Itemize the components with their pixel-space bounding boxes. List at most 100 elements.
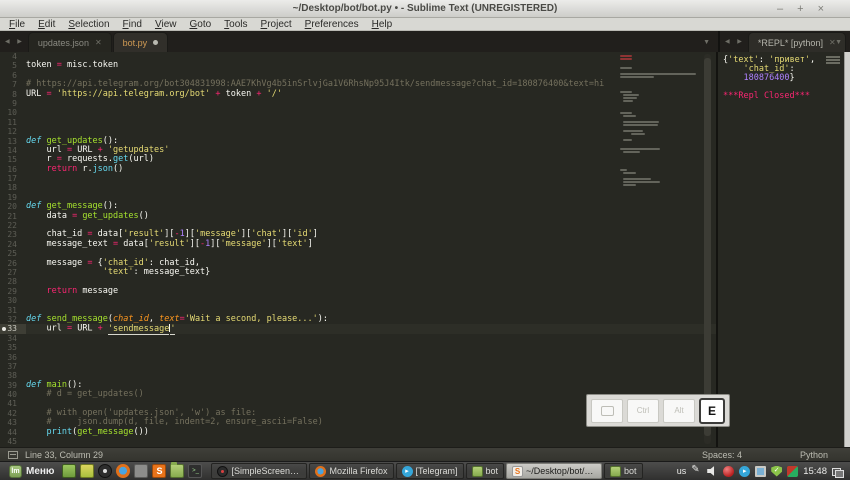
menu-item-file[interactable]: File	[9, 19, 25, 30]
tab-close-icon[interactable]: ✕	[95, 38, 102, 47]
menu-item-preferences[interactable]: Preferences	[305, 19, 359, 30]
line-number: 24	[7, 239, 17, 249]
start-menu-button[interactable]: lm Меню	[4, 463, 59, 480]
menu-item-tools[interactable]: Tools	[224, 19, 247, 30]
maximize-button[interactable]: +	[797, 4, 803, 15]
key-ctrl: Ctrl	[627, 398, 659, 423]
menu-item-project[interactable]: Project	[261, 19, 292, 30]
editor-scrollbar[interactable]	[704, 54, 711, 444]
menu-item-view[interactable]: View	[155, 19, 177, 30]
menu-item-goto[interactable]: Goto	[189, 19, 211, 30]
taskbar-window-mozilla-firefox[interactable]: Mozilla Firefox	[309, 463, 394, 479]
editor-scrollbar-thumb[interactable]	[704, 57, 711, 437]
code-line[interactable]: 5 token = misc.token	[0, 61, 716, 71]
taskbar-window-label: [Telegram]	[415, 466, 458, 476]
tab-overflow-icon[interactable]: ▼	[703, 39, 710, 46]
taskbar: lm Меню S >_ [SimpleScreenR... Mozilla Fir…	[0, 461, 850, 480]
code-line[interactable]: 29 return message	[0, 286, 716, 296]
taskbar-window-label: bot	[624, 466, 637, 476]
taskbar-window-bot[interactable]: bot	[465, 463, 505, 479]
taskbar-window-label: bot	[485, 466, 499, 476]
line-number: 11	[7, 117, 17, 127]
code-line[interactable]: 35	[0, 343, 716, 352]
code-line[interactable]: 38	[0, 371, 716, 380]
minimap-line	[620, 67, 633, 69]
menu-item-selection[interactable]: Selection	[68, 19, 109, 30]
shield-icon[interactable]: ✓	[771, 465, 783, 477]
input-icon[interactable]	[134, 464, 149, 478]
firefox-icon[interactable]	[116, 464, 131, 478]
taskbar-window--simplescreenr-[interactable]: [SimpleScreenR...	[211, 463, 308, 479]
code-line[interactable]: 30	[0, 296, 716, 305]
minimize-button[interactable]: –	[777, 4, 783, 15]
taskbar-window--desktop-bot-b-[interactable]: S ~/Desktop/bot/b...	[506, 463, 603, 479]
telegram-icon: ▸	[401, 465, 413, 477]
line-number: 31	[7, 305, 17, 315]
tab-scroll-arrows-icon[interactable]: ◀ ▶	[0, 38, 28, 52]
code-line[interactable]: 24 message_text = data['result'][-1]['me…	[0, 239, 716, 249]
repl-tab-label: *REPL* [python]	[757, 37, 823, 48]
code-line[interactable]: 33 url = URL + 'sendmessage'	[0, 323, 716, 335]
pen-icon[interactable]	[691, 464, 702, 477]
menu-item-help[interactable]: Help	[372, 19, 393, 30]
update-icon[interactable]	[787, 465, 799, 477]
tab-repl[interactable]: *REPL* [python] ✕	[747, 32, 846, 52]
code-line[interactable]: 44 print(get_message())	[0, 427, 716, 437]
line-number: 44	[7, 427, 17, 437]
code-line[interactable]: 11	[0, 118, 716, 127]
line-number: 8	[12, 89, 17, 99]
sublime-icon[interactable]: S	[152, 464, 167, 478]
status-console-icon[interactable]	[8, 450, 18, 459]
minimap-line	[622, 139, 633, 141]
minimap[interactable]	[620, 55, 700, 190]
line-number: 22	[7, 221, 17, 231]
display-icon[interactable]	[755, 465, 767, 477]
line-number: 10	[7, 108, 17, 118]
syntax-mode[interactable]: Python	[800, 450, 828, 460]
code-line[interactable]: 45	[0, 437, 716, 446]
code-line[interactable]: 9	[0, 99, 716, 108]
line-number: 40	[7, 390, 17, 400]
tab-updates.json[interactable]: updates.json ✕	[27, 32, 112, 52]
repl-panel[interactable]: {'text': 'привет', 'chat_id': 180876400}…	[718, 52, 850, 447]
line-number: 23	[7, 230, 17, 240]
code-line[interactable]: 16 return r.json()	[0, 164, 716, 174]
repl-tab-overflow-icon[interactable]: ▼	[835, 39, 842, 46]
code-line[interactable]: 21 data = get_updates()	[0, 211, 716, 221]
repl-scrollbar[interactable]	[844, 52, 850, 447]
show-desktop-icon[interactable]	[62, 464, 77, 478]
code-line[interactable]: 27 'text': message_text}	[0, 267, 716, 277]
recorder-icon[interactable]	[98, 464, 113, 478]
telegram-icon[interactable]: ▸	[739, 465, 751, 477]
code-line[interactable]: 34	[0, 334, 716, 343]
code-editor[interactable]: 4 5 token = misc.token 6 7 # https://api.tele…	[0, 52, 718, 447]
folder-icon[interactable]	[170, 462, 185, 478]
clock[interactable]: 15:48	[803, 466, 827, 477]
taskbar-window--telegram-[interactable]: ▸ [Telegram]	[395, 463, 464, 479]
minimap-line	[622, 181, 660, 183]
minimap-line	[622, 151, 640, 153]
minimap-line	[630, 133, 645, 135]
code-line[interactable]: 18	[0, 183, 716, 192]
menu-item-find[interactable]: Find	[123, 19, 142, 30]
code-line[interactable]: 36	[0, 353, 716, 362]
menu-item-edit[interactable]: Edit	[38, 19, 55, 30]
volume-icon[interactable]	[707, 466, 715, 476]
code-line[interactable]: 8 URL = 'https://api.telegram.org/bot' + …	[0, 89, 716, 99]
taskbar-window-label: [SimpleScreenR...	[231, 466, 302, 476]
code-line[interactable]: 37	[0, 362, 716, 371]
tab-bot.py[interactable]: bot.py	[112, 32, 169, 52]
screenshot-icon[interactable]	[80, 464, 95, 478]
code-line[interactable]: 10	[0, 108, 716, 117]
key-alt: Alt	[663, 398, 695, 423]
close-button[interactable]: ×	[818, 4, 824, 15]
tab-label: updates.json	[37, 37, 89, 48]
taskbar-window-bot[interactable]: bot	[604, 463, 643, 479]
windows-stack-icon[interactable]	[832, 466, 844, 478]
terminal-icon[interactable]: >_	[188, 464, 203, 478]
drop-icon[interactable]	[723, 465, 735, 477]
keyboard-layout[interactable]: us	[677, 466, 687, 476]
repl-tab-scroll-arrows-icon[interactable]: ◀ ▶	[720, 38, 748, 52]
indent-setting[interactable]: Spaces: 4	[702, 450, 742, 460]
code-line[interactable]: 17	[0, 174, 716, 183]
